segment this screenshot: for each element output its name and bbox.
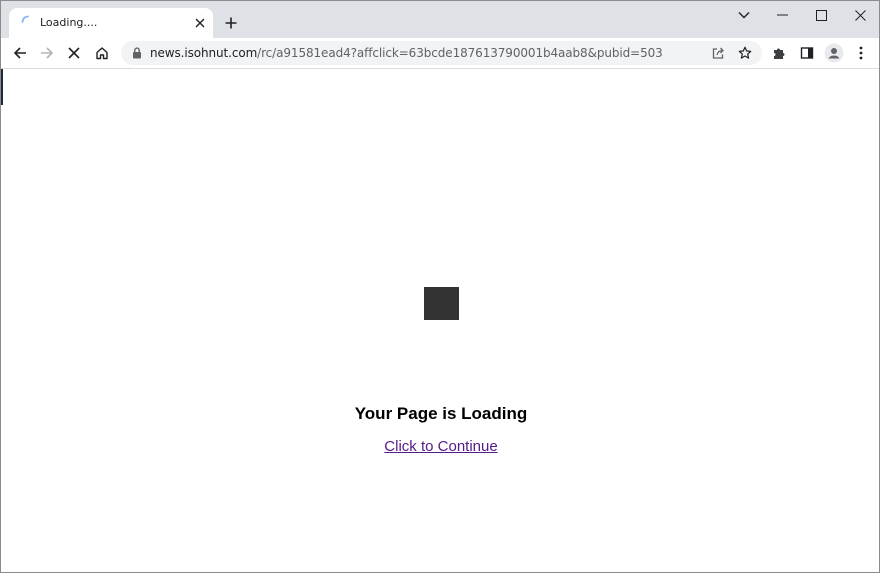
continue-link-container: Click to Continue — [1, 438, 879, 455]
url-host: news.isohnut.com — [150, 46, 258, 60]
tab-title: Loading.... — [40, 16, 98, 29]
home-icon[interactable] — [90, 41, 114, 65]
loading-spinner-icon — [21, 15, 35, 29]
side-panel-icon[interactable] — [795, 41, 819, 65]
active-tab[interactable]: Loading.... — [9, 8, 213, 38]
url-path: /rc/a91581ead4?affclick=63bcde1876137900… — [257, 46, 663, 60]
stop-icon[interactable] — [62, 41, 86, 65]
extensions-puzzle-icon[interactable] — [767, 41, 791, 65]
page-heading: Your Page is Loading — [354, 404, 528, 423]
tab-search-chevron-down-icon[interactable] — [729, 4, 759, 26]
profile-icon[interactable] — [822, 41, 846, 65]
kebab-menu-icon[interactable] — [849, 41, 873, 65]
page-edge-strip — [1, 69, 3, 105]
back-arrow-icon[interactable] — [8, 41, 32, 65]
new-tab-plus-icon[interactable] — [220, 12, 242, 34]
maximize-icon[interactable] — [806, 4, 836, 26]
loading-indicator — [424, 287, 459, 320]
tab-close-icon[interactable] — [191, 14, 209, 32]
browser-toolbar: news.isohnut.com/rc/a91581ead4?affclick=… — [1, 38, 879, 69]
bookmark-star-icon[interactable] — [736, 44, 754, 62]
minimize-icon[interactable] — [767, 4, 797, 26]
continue-link[interactable]: Click to Continue — [384, 438, 497, 455]
url-text[interactable]: news.isohnut.com/rc/a91581ead4?affclick=… — [150, 46, 663, 60]
address-bar[interactable]: news.isohnut.com/rc/a91581ead4?affclick=… — [121, 41, 762, 65]
page-content — [1, 69, 879, 572]
share-icon[interactable] — [709, 44, 727, 62]
lock-icon[interactable] — [130, 46, 144, 60]
browser-window: Loading.... news.isohnut.com/rc/a91581ea… — [0, 0, 880, 573]
close-window-icon[interactable] — [845, 4, 875, 26]
forward-arrow-icon[interactable] — [35, 41, 59, 65]
tab-strip: Loading.... — [1, 1, 879, 38]
